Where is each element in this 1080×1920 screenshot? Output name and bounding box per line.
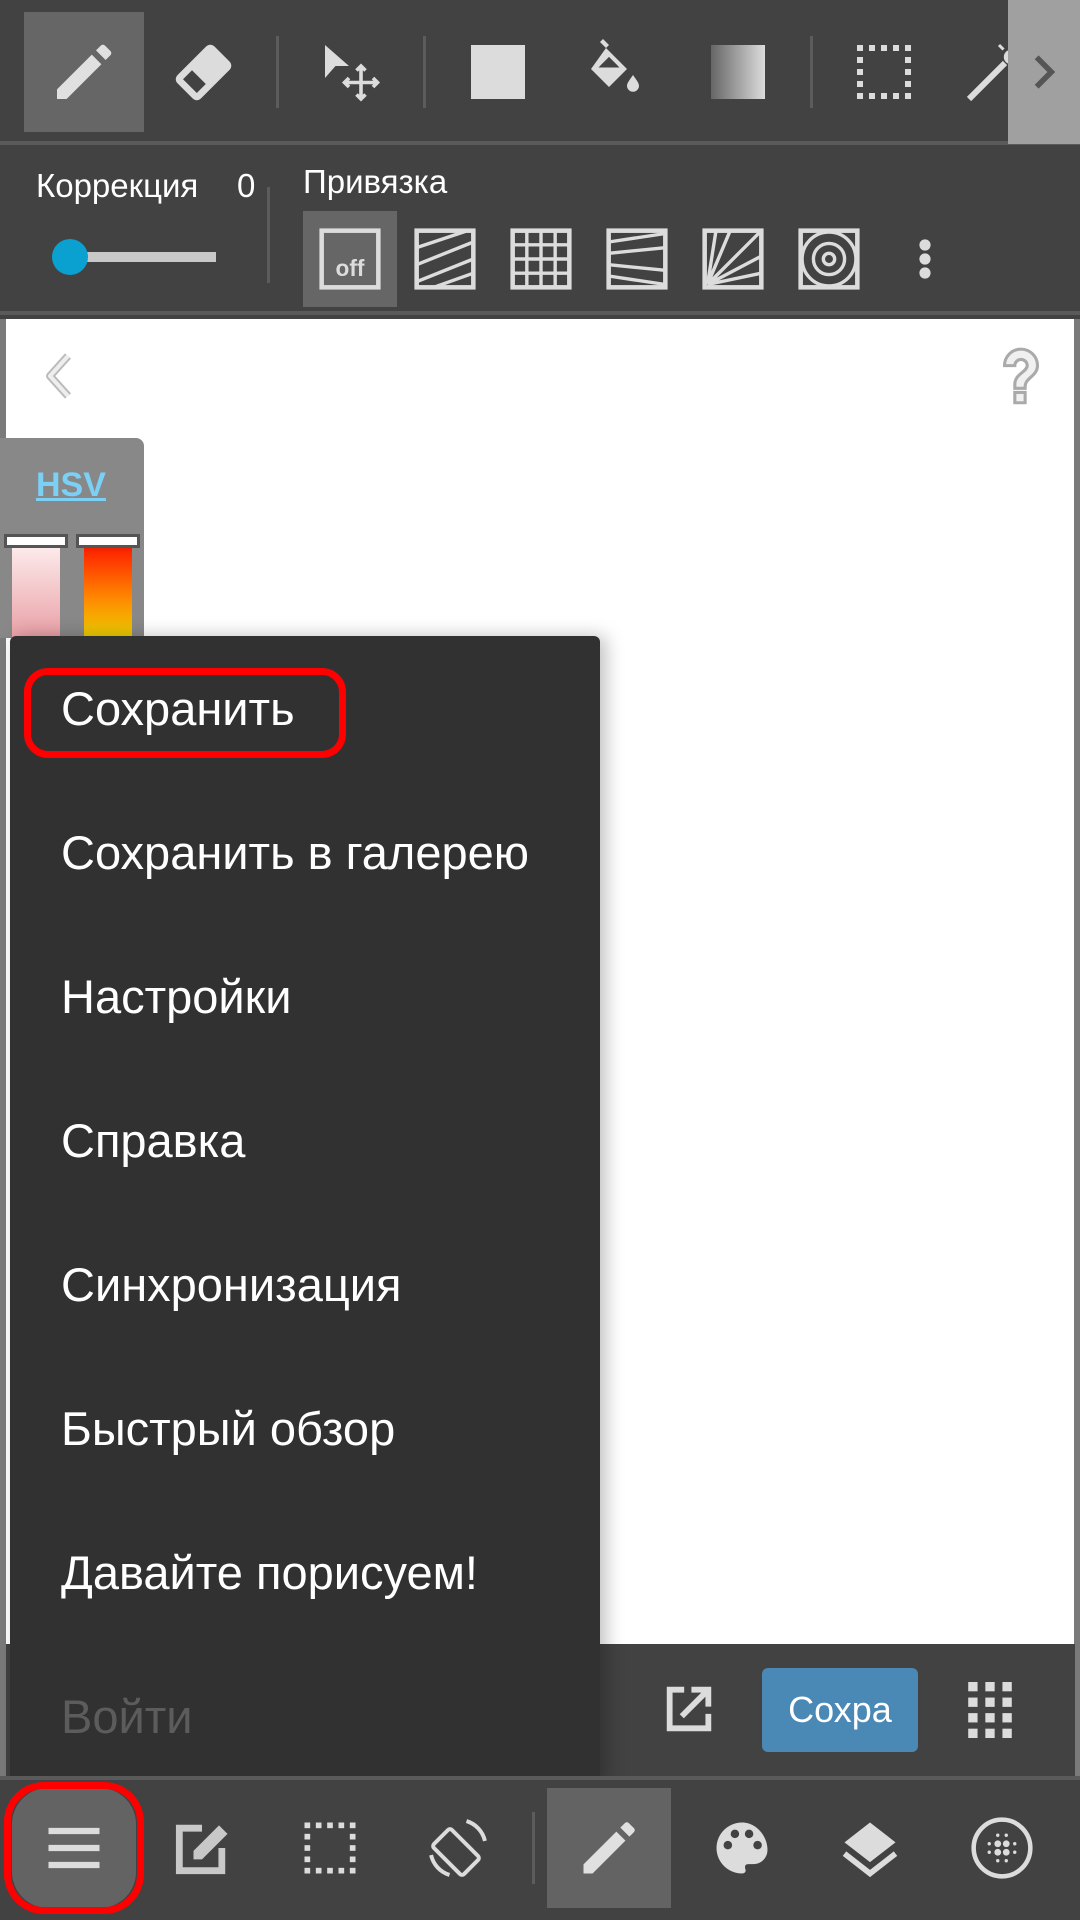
nav-brush-button[interactable] [547, 1788, 671, 1908]
toolbar-divider [276, 36, 279, 108]
perspective-lines-icon [606, 228, 668, 290]
menu-item-help[interactable]: Справка [10, 1068, 600, 1212]
chevron-right-icon [1034, 55, 1056, 89]
snap-radial-button[interactable] [686, 211, 780, 307]
hue-slider[interactable] [84, 538, 132, 638]
saturation-slider[interactable] [12, 538, 60, 638]
correction-slider-thumb[interactable] [52, 239, 88, 275]
correction-slider-track[interactable] [72, 252, 216, 262]
nav-color-button[interactable] [680, 1788, 804, 1908]
saturation-slider-handle[interactable] [4, 534, 68, 548]
nav-layers-button[interactable] [808, 1788, 932, 1908]
parallel-lines-icon [414, 228, 476, 290]
bucket-tool-button[interactable] [558, 12, 678, 132]
snap-concentric-button[interactable] [782, 211, 876, 307]
menu-item-save-to-gallery[interactable]: Сохранить в галерею [10, 780, 600, 924]
nav-divider [532, 1812, 535, 1884]
menu-button-highlight-annotation [4, 1782, 144, 1914]
pencil-icon [583, 1822, 635, 1874]
concentric-circles-icon [798, 228, 860, 290]
grid-icon [510, 228, 572, 290]
save-button[interactable]: Сохра [762, 1668, 918, 1752]
chevron-left-icon[interactable] [40, 350, 80, 402]
snap-grid-button[interactable] [494, 211, 588, 307]
palette-icon [716, 1822, 768, 1874]
snap-off-text: off [336, 255, 365, 281]
hsv-mode-link[interactable]: HSV [36, 466, 106, 505]
menu-item-lets-draw[interactable]: Давайте порисуем! [10, 1500, 600, 1644]
menu-item-settings[interactable]: Настройки [10, 924, 600, 1068]
nav-edit-button[interactable] [140, 1788, 264, 1908]
more-vertical-icon [919, 239, 931, 279]
rotate-screen-icon [429, 1819, 487, 1877]
share-external-icon[interactable] [660, 1680, 718, 1738]
nav-material-button[interactable] [940, 1788, 1064, 1908]
selection-icon [857, 45, 911, 99]
toolbar-divider [423, 36, 426, 108]
radial-lines-icon [702, 228, 764, 290]
help-icon[interactable] [996, 345, 1046, 411]
canvas-right-edge [1074, 319, 1080, 1779]
snap-more-button[interactable] [905, 229, 945, 289]
snap-off-button[interactable]: off [303, 211, 397, 307]
gradient-tool-button[interactable] [678, 12, 798, 132]
hue-slider-handle[interactable] [76, 534, 140, 548]
layers-icon [842, 1822, 898, 1878]
nav-rotate-button[interactable] [396, 1788, 520, 1908]
toolbar-divider [267, 187, 270, 283]
selection-icon [304, 1822, 356, 1874]
top-toolbar [0, 0, 1080, 145]
correction-label: Коррекция [36, 167, 199, 204]
dots-grid-icon[interactable] [968, 1682, 1012, 1738]
snap-label: Привязка [303, 163, 448, 200]
snap-perspective-button[interactable] [590, 211, 684, 307]
nav-selection-button[interactable] [268, 1788, 392, 1908]
square-icon [471, 45, 525, 99]
more-tools-button[interactable] [1008, 0, 1080, 144]
edit-icon [175, 1824, 228, 1875]
move-icon [325, 45, 381, 102]
main-menu: Сохранить Сохранить в галерею Настройки … [10, 636, 600, 1786]
pencil-icon [57, 44, 112, 99]
save-highlight-annotation [24, 668, 346, 758]
menu-item-quick-overview[interactable]: Быстрый обзор [10, 1356, 600, 1500]
gradient-icon [711, 45, 765, 99]
eraser-icon [175, 44, 232, 101]
move-tool-button[interactable] [292, 12, 412, 132]
snap-off-icon: off [319, 228, 381, 290]
color-panel: HSV [0, 438, 144, 638]
paint-bucket-icon [591, 39, 639, 92]
toolbar-divider [810, 36, 813, 108]
menu-item-login: Войти [61, 1689, 193, 1743]
eraser-tool-button[interactable] [144, 12, 264, 132]
pen-tool-button[interactable] [24, 12, 144, 132]
snap-parallel-button[interactable] [398, 211, 492, 307]
texture-icon [971, 1817, 1033, 1879]
select-tool-button[interactable] [824, 12, 944, 132]
shape-tool-button[interactable] [438, 12, 558, 132]
correction-value: 0 [237, 167, 256, 204]
sub-toolbar: Коррекция 0 Привязка off [0, 149, 1080, 315]
menu-item-sync[interactable]: Синхронизация [10, 1212, 600, 1356]
